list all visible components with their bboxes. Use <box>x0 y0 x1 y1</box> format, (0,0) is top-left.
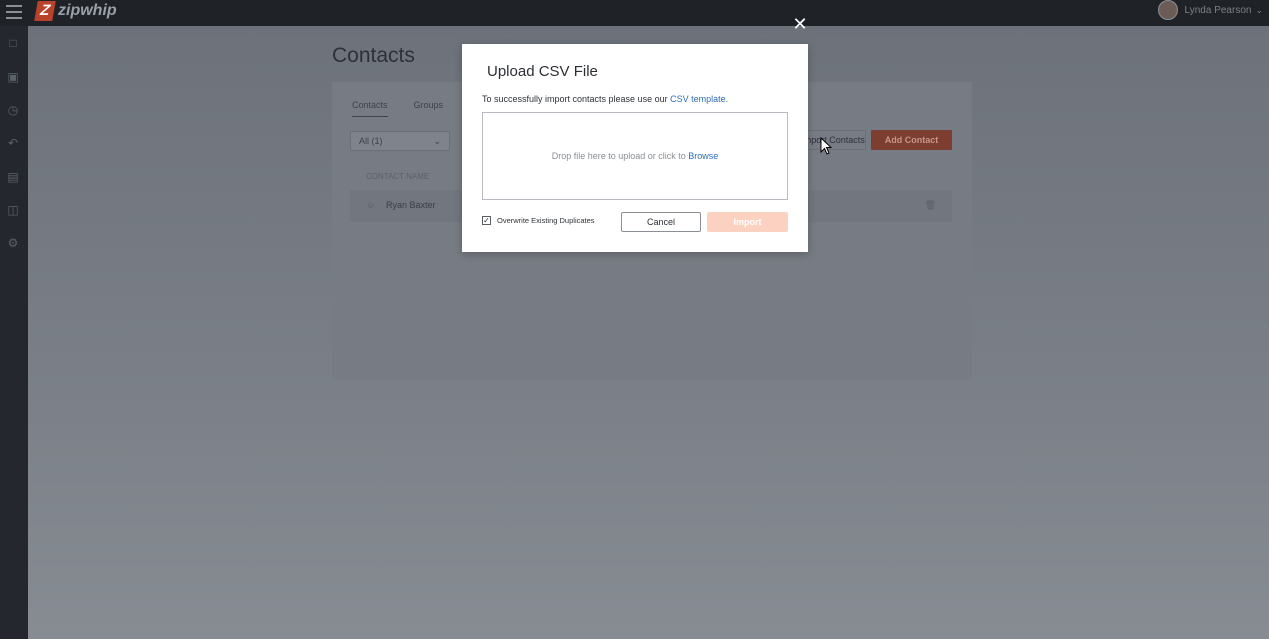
clock-icon[interactable]: ◷ <box>6 103 20 117</box>
person-icon: ☺ <box>366 200 376 210</box>
brand-mark: Z <box>34 1 56 21</box>
tab-contacts[interactable]: Contacts <box>352 100 388 117</box>
filter-select[interactable]: All (1) ⌄ <box>350 131 450 151</box>
trash-icon[interactable]: 🗑 <box>925 200 936 211</box>
cancel-button[interactable]: Cancel <box>621 212 701 232</box>
user-menu[interactable]: Lynda Pearson ⌄ <box>1157 0 1263 20</box>
brand-name: zipwhip <box>58 2 117 19</box>
left-nav-rail: □ ▣ ◷ ↶ ▤ ◫ ⚙ <box>0 26 28 639</box>
tab-bar: Contacts Groups <box>352 100 469 117</box>
tab-groups[interactable]: Groups <box>414 100 444 117</box>
user-name: Lynda Pearson <box>1184 4 1252 16</box>
template-icon[interactable]: ▤ <box>6 170 20 184</box>
avatar <box>1157 0 1178 20</box>
overwrite-duplicates-checkbox[interactable]: ✓ <box>482 216 491 225</box>
filter-value: All (1) <box>359 136 383 146</box>
chevron-down-icon: ⌄ <box>433 136 441 146</box>
clipboard-icon[interactable]: ◫ <box>6 203 20 217</box>
hint-text: To successfully import contacts please u… <box>482 94 671 104</box>
modal-hint: To successfully import contacts please u… <box>482 94 728 104</box>
close-icon[interactable]: ✕ <box>792 15 808 33</box>
browse-link[interactable]: Browse <box>688 151 718 161</box>
brand-logo[interactable]: Z zipwhip <box>34 0 117 22</box>
contacts-icon[interactable]: ▣ <box>6 70 20 84</box>
contact-name: Ryan Baxter <box>386 200 436 210</box>
menu-icon[interactable] <box>6 5 22 19</box>
dropzone-text: Drop file here to upload or click to <box>551 151 689 161</box>
chevron-down-icon: ⌄ <box>1255 4 1263 15</box>
gear-icon[interactable]: ⚙ <box>6 236 20 250</box>
dropzone-message: Drop file here to upload or click to Bro… <box>483 151 787 161</box>
chat-icon[interactable]: □ <box>6 36 20 50</box>
modal-title: Upload CSV File <box>487 63 598 80</box>
csv-template-link[interactable]: CSV template. <box>670 94 728 104</box>
top-bar: Z zipwhip Lynda Pearson ⌄ <box>0 0 1269 26</box>
add-contact-button[interactable]: Add Contact <box>871 130 952 150</box>
reply-icon[interactable]: ↶ <box>6 136 20 150</box>
column-header-name: CONTACT NAME <box>366 172 430 181</box>
import-button[interactable]: Import <box>707 212 788 232</box>
upload-csv-modal: Upload CSV File To successfully import c… <box>462 44 808 252</box>
import-contacts-button[interactable]: Import Contacts <box>800 130 866 150</box>
mouse-cursor-icon <box>820 137 832 155</box>
page-title: Contacts <box>332 44 415 67</box>
overwrite-duplicates-label: Overwrite Existing Duplicates <box>497 216 595 225</box>
file-dropzone[interactable]: Drop file here to upload or click to Bro… <box>482 112 788 200</box>
